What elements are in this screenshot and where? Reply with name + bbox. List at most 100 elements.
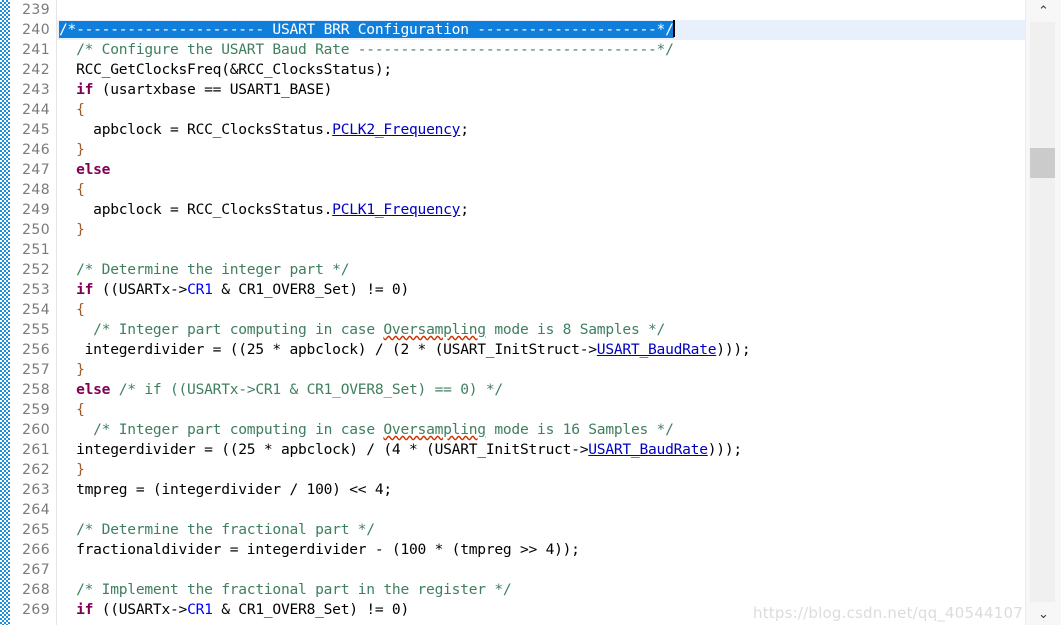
line-number: 239 (22, 2, 50, 18)
code-token: apbclock = RCC_ClocksStatus. (93, 201, 333, 218)
spellcheck-word: Oversampling (383, 321, 486, 338)
line-number: 256 (22, 342, 50, 358)
comment-token: /* Determine the integer part */ (76, 261, 350, 278)
line-number: 258 (22, 382, 50, 398)
code-token: ))); (707, 441, 742, 458)
code-line-current[interactable]: /*---------------------- USART BRR Confi… (57, 20, 1026, 40)
code-line[interactable]: apbclock = RCC_ClocksStatus.PCLK1_Freque… (57, 200, 1026, 220)
comment-token: /* Integer part computing in case (93, 421, 384, 438)
comment-token: /* Determine the fractional part */ (76, 521, 375, 538)
code-token: ; (460, 121, 469, 138)
code-token: & CR1_OVER8_Set) != 0) (212, 281, 410, 298)
line-number: 260 (22, 422, 50, 438)
code-line[interactable]: integerdivider = ((25 * apbclock) / (4 *… (57, 440, 1026, 460)
brace-token: { (76, 101, 85, 118)
line-number: 241 (22, 42, 50, 58)
code-line[interactable]: RCC_GetClocksFreq(&RCC_ClocksStatus); (57, 60, 1026, 80)
scroll-down-icon[interactable]: ⌄ (1026, 603, 1061, 625)
keyword-token: else (76, 161, 111, 178)
line-number: 255 (22, 322, 50, 338)
scrollbar-thumb[interactable] (1030, 148, 1055, 178)
code-line[interactable]: { (57, 400, 1026, 420)
code-line[interactable]: /* Integer part computing in case Oversa… (57, 320, 1026, 340)
member-token: PCLK1_Frequency (332, 201, 461, 218)
keyword-token: if (76, 81, 94, 98)
scroll-up-icon[interactable]: ⌃ (1026, 0, 1061, 22)
line-number: 240 (22, 22, 50, 38)
line-number: 262 (22, 462, 50, 478)
code-text-area[interactable]: /*---------------------- USART BRR Confi… (57, 0, 1026, 625)
brace-token: { (76, 401, 85, 418)
code-line[interactable]: /* Implement the fractional part in the … (57, 580, 1026, 600)
code-line[interactable]: else (57, 160, 1026, 180)
line-number: 247 (22, 162, 50, 178)
member-token: CR1 (187, 281, 213, 298)
code-line[interactable]: { (57, 100, 1026, 120)
spellcheck-word: Oversampling (383, 421, 486, 438)
code-line[interactable]: integerdivider = ((25 * apbclock) / (2 *… (57, 340, 1026, 360)
keyword-token: else (76, 381, 111, 398)
keyword-token: if (76, 601, 94, 618)
line-number: 252 (22, 262, 50, 278)
brace-token: } (76, 141, 85, 158)
code-line[interactable] (57, 240, 1026, 260)
line-number: 263 (22, 482, 50, 498)
brace-token: { (76, 181, 85, 198)
line-number: 253 (22, 282, 50, 298)
line-number: 266 (22, 542, 50, 558)
keyword-token: if (76, 281, 94, 298)
code-line[interactable] (57, 500, 1026, 520)
code-token: apbclock = RCC_ClocksStatus. (93, 121, 333, 138)
text-caret (672, 20, 675, 37)
code-line[interactable]: } (57, 140, 1026, 160)
line-number: 243 (22, 82, 50, 98)
code-token: ; (460, 201, 469, 218)
line-number: 254 (22, 302, 50, 318)
code-line[interactable]: } (57, 220, 1026, 240)
code-line[interactable]: if ((USARTx->CR1 & CR1_OVER8_Set) != 0) (57, 600, 1026, 620)
scrollbar-track[interactable] (1030, 22, 1055, 602)
comment-token: mode is 8 Samples */ (485, 321, 666, 338)
line-number: 250 (22, 222, 50, 238)
line-number: 242 (22, 62, 50, 78)
code-line[interactable]: /* Determine the integer part */ (57, 260, 1026, 280)
code-line[interactable]: } (57, 460, 1026, 480)
code-line[interactable]: apbclock = RCC_ClocksStatus.PCLK2_Freque… (57, 120, 1026, 140)
code-line[interactable]: /* Determine the fractional part */ (57, 520, 1026, 540)
line-number-column: 239 240 241 242 243 244 245 246 247 248 … (10, 0, 56, 625)
line-number: 246 (22, 142, 50, 158)
brace-token: } (76, 361, 85, 378)
code-token: tmpreg = (integerdivider / 100) << 4; (76, 481, 392, 498)
code-token: ((USARTx-> (93, 281, 188, 298)
code-line[interactable]: else /* if ((USARTx->CR1 & CR1_OVER8_Set… (57, 380, 1026, 400)
code-token: fractionaldivider = integerdivider - (10… (76, 541, 580, 558)
member-token: USART_BaudRate (588, 441, 708, 458)
brace-token: { (76, 301, 85, 318)
line-number: 251 (22, 242, 50, 258)
comment-token: /* Configure the USART Baud Rate -------… (76, 41, 674, 58)
code-token: RCC_GetClocksFreq(&RCC_ClocksStatus); (76, 61, 392, 78)
code-token: & CR1_OVER8_Set) != 0) (212, 601, 410, 618)
comment-token: /* Integer part computing in case (93, 321, 384, 338)
line-number: 267 (22, 562, 50, 578)
member-token: PCLK2_Frequency (332, 121, 461, 138)
code-line[interactable] (57, 0, 1026, 20)
code-line[interactable]: if (usartxbase == USART1_BASE) (57, 80, 1026, 100)
code-line[interactable]: { (57, 300, 1026, 320)
code-line[interactable]: { (57, 180, 1026, 200)
code-line[interactable] (57, 560, 1026, 580)
code-line[interactable]: if ((USARTx->CR1 & CR1_OVER8_Set) != 0) (57, 280, 1026, 300)
code-line[interactable]: fractionaldivider = integerdivider - (10… (57, 540, 1026, 560)
comment-token: /* Implement the fractional part in the … (76, 581, 512, 598)
line-number: 259 (22, 402, 50, 418)
line-number: 248 (22, 182, 50, 198)
code-line[interactable]: } (57, 360, 1026, 380)
code-line[interactable]: tmpreg = (integerdivider / 100) << 4; (57, 480, 1026, 500)
code-line[interactable]: /* Integer part computing in case Oversa… (57, 420, 1026, 440)
vertical-scrollbar[interactable]: ⌃ ⌄ (1025, 0, 1061, 625)
line-number: 244 (22, 102, 50, 118)
selected-text[interactable]: /*---------------------- USART BRR Confi… (59, 21, 674, 38)
code-line[interactable]: /* Configure the USART Baud Rate -------… (57, 40, 1026, 60)
line-number: 245 (22, 122, 50, 138)
code-token: ((USARTx-> (93, 601, 188, 618)
